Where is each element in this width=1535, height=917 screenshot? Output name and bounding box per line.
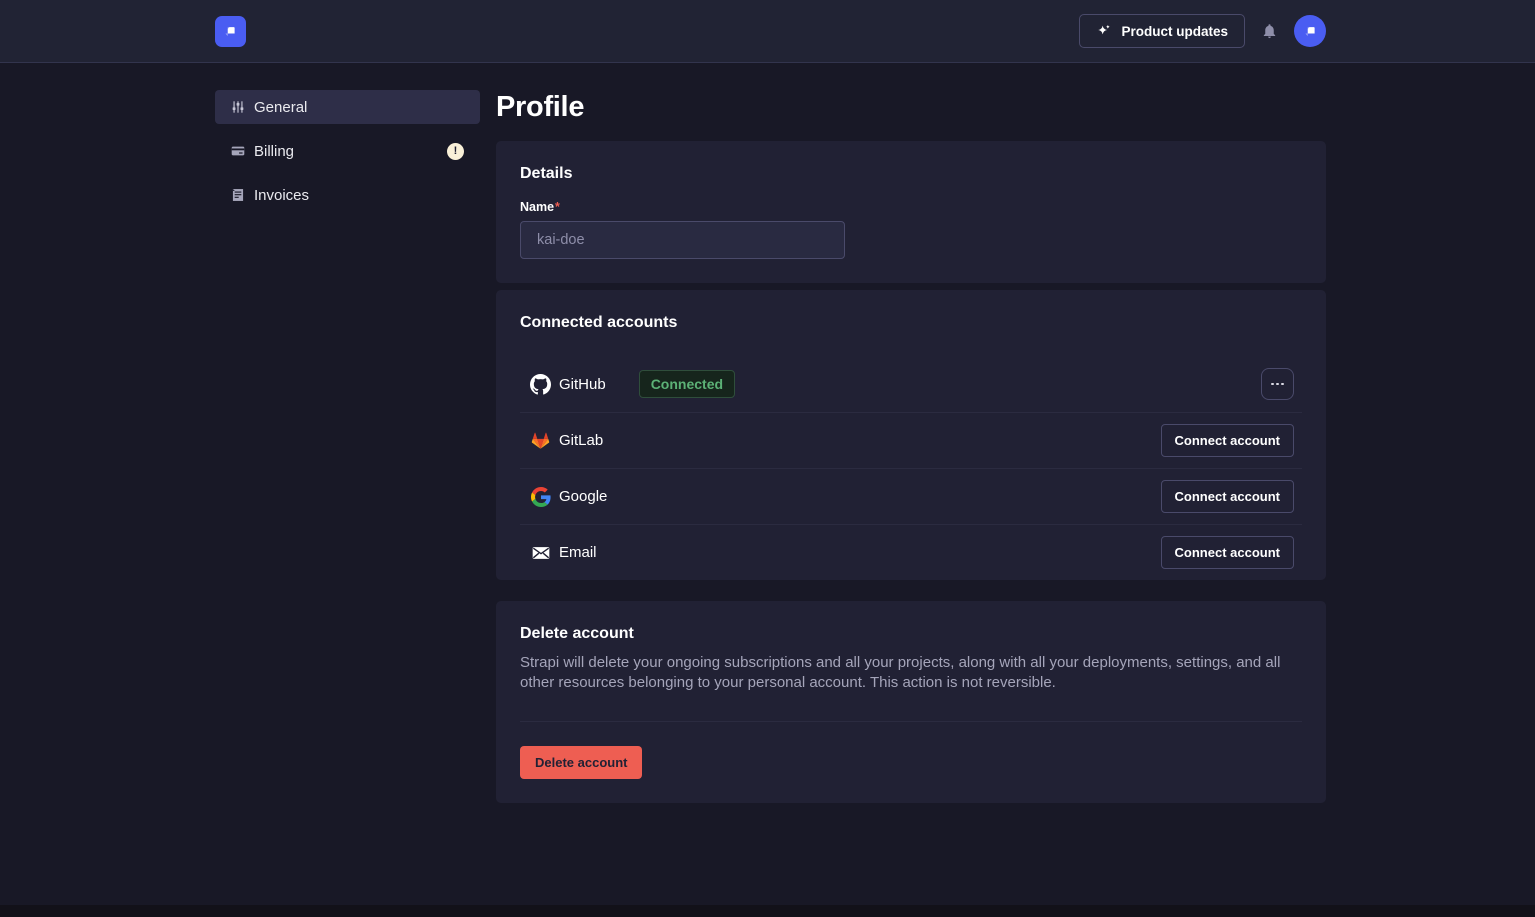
google-connect-button[interactable]: Connect account: [1161, 480, 1294, 513]
email-connect-button[interactable]: Connect account: [1161, 536, 1294, 569]
github-options-button[interactable]: [1261, 368, 1294, 400]
github-icon: [530, 374, 551, 395]
bell-icon: [1261, 22, 1278, 40]
provider-name: Google: [559, 488, 607, 505]
provider-name: GitLab: [559, 432, 603, 449]
accounts-list: GitHub Connected: [520, 356, 1302, 580]
account-row-email: Email Connect account: [520, 524, 1302, 580]
ellipsis-icon: [1271, 383, 1284, 386]
top-bar: Product updates: [0, 0, 1535, 63]
invoice-icon: [231, 188, 245, 202]
sidebar-item-label: Invoices: [254, 187, 309, 204]
credit-card-icon: [231, 144, 245, 158]
name-input[interactable]: [520, 221, 845, 259]
details-heading: Details: [520, 165, 1302, 183]
name-label: Name*: [520, 200, 1302, 214]
page-title: Profile: [496, 90, 1326, 124]
delete-account-card: Delete account Strapi will delete your o…: [496, 601, 1326, 803]
sidebar-item-label: General: [254, 99, 307, 116]
profile-page: Profile Details Name* Connected accounts: [496, 90, 1326, 803]
avatar[interactable]: [1294, 15, 1326, 47]
account-row-gitlab: GitLab Connect account: [520, 412, 1302, 468]
provider-name: GitHub: [559, 376, 606, 393]
connected-accounts-card: Connected accounts GitHub Connected: [496, 290, 1326, 580]
account-row-google: Google Connect account: [520, 468, 1302, 524]
strapi-logo-icon: [221, 22, 240, 41]
account-row-github: GitHub Connected: [520, 356, 1302, 412]
email-icon: [530, 542, 551, 563]
warning-badge-icon: !: [447, 143, 464, 160]
gitlab-connect-button[interactable]: Connect account: [1161, 424, 1294, 457]
sidebar-item-general[interactable]: General: [215, 90, 480, 124]
sidebar-item-billing[interactable]: Billing !: [215, 134, 480, 168]
notifications-button[interactable]: [1261, 22, 1278, 40]
google-icon: [530, 486, 551, 507]
delete-account-description: Strapi will delete your ongoing subscrip…: [520, 653, 1302, 693]
avatar-logo-icon: [1301, 22, 1320, 41]
sidebar-item-label: Billing: [254, 143, 294, 160]
sparkles-icon: [1096, 23, 1112, 39]
required-asterisk: *: [555, 200, 560, 214]
sliders-icon: [231, 100, 245, 114]
strapi-logo[interactable]: [215, 16, 246, 47]
connected-accounts-heading: Connected accounts: [520, 314, 1302, 332]
settings-sidebar: General Billing !: [215, 90, 480, 212]
product-updates-button[interactable]: Product updates: [1079, 14, 1245, 48]
divider: [520, 721, 1302, 722]
delete-account-button[interactable]: Delete account: [520, 746, 642, 779]
details-card: Details Name*: [496, 141, 1326, 283]
provider-name: Email: [559, 544, 597, 561]
bottom-edge-strip: [0, 905, 1535, 917]
sidebar-item-invoices[interactable]: Invoices: [215, 178, 480, 212]
gitlab-icon: [530, 430, 551, 451]
connected-status-badge: Connected: [639, 370, 735, 398]
delete-account-heading: Delete account: [520, 625, 1302, 643]
content-layout: General Billing !: [215, 90, 1326, 803]
product-updates-label: Product updates: [1121, 24, 1228, 39]
